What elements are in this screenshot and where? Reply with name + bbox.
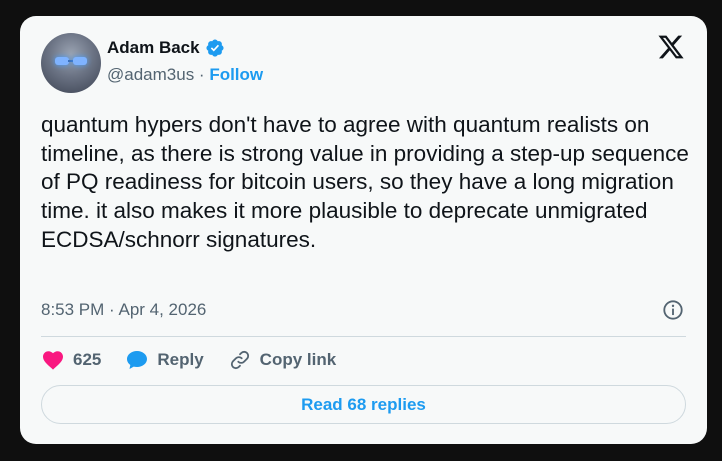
avatar-glow-left <box>55 57 69 65</box>
read-replies-button[interactable]: Read 68 replies <box>41 385 686 424</box>
author-handle[interactable]: @adam3us <box>107 65 194 84</box>
tweet-timestamp[interactable]: 8:53 PM · Apr 4, 2026 <box>41 300 206 320</box>
copy-link-button[interactable]: Copy link <box>228 348 337 372</box>
reply-label: Reply <box>157 350 204 369</box>
info-icon[interactable] <box>662 299 684 321</box>
like-button[interactable]: 625 <box>41 348 101 372</box>
like-count: 625 <box>73 350 102 369</box>
copy-link-label: Copy link <box>259 350 337 369</box>
tweet-card: Adam Back @adam3us · Follow quantum hype… <box>20 16 707 444</box>
follow-button[interactable]: Follow <box>209 65 263 84</box>
link-icon <box>230 350 249 370</box>
action-bar: 625 Reply Copy link <box>41 348 360 372</box>
x-logo-icon[interactable] <box>657 33 685 61</box>
divider <box>41 336 686 337</box>
author-handle-row: @adam3us · Follow <box>107 65 263 85</box>
author-name-row: Adam Back <box>107 38 225 58</box>
reply-button[interactable]: Reply <box>125 348 204 372</box>
heart-icon <box>43 351 63 370</box>
avatar[interactable] <box>41 33 101 93</box>
verified-badge-icon <box>206 39 224 57</box>
chat-bubble-icon <box>127 351 148 369</box>
handle-separator: · <box>194 65 210 84</box>
tweet-text: quantum hypers don't have to agree with … <box>41 112 689 252</box>
author-name[interactable]: Adam Back <box>107 38 200 58</box>
avatar-glow-right <box>73 57 87 65</box>
